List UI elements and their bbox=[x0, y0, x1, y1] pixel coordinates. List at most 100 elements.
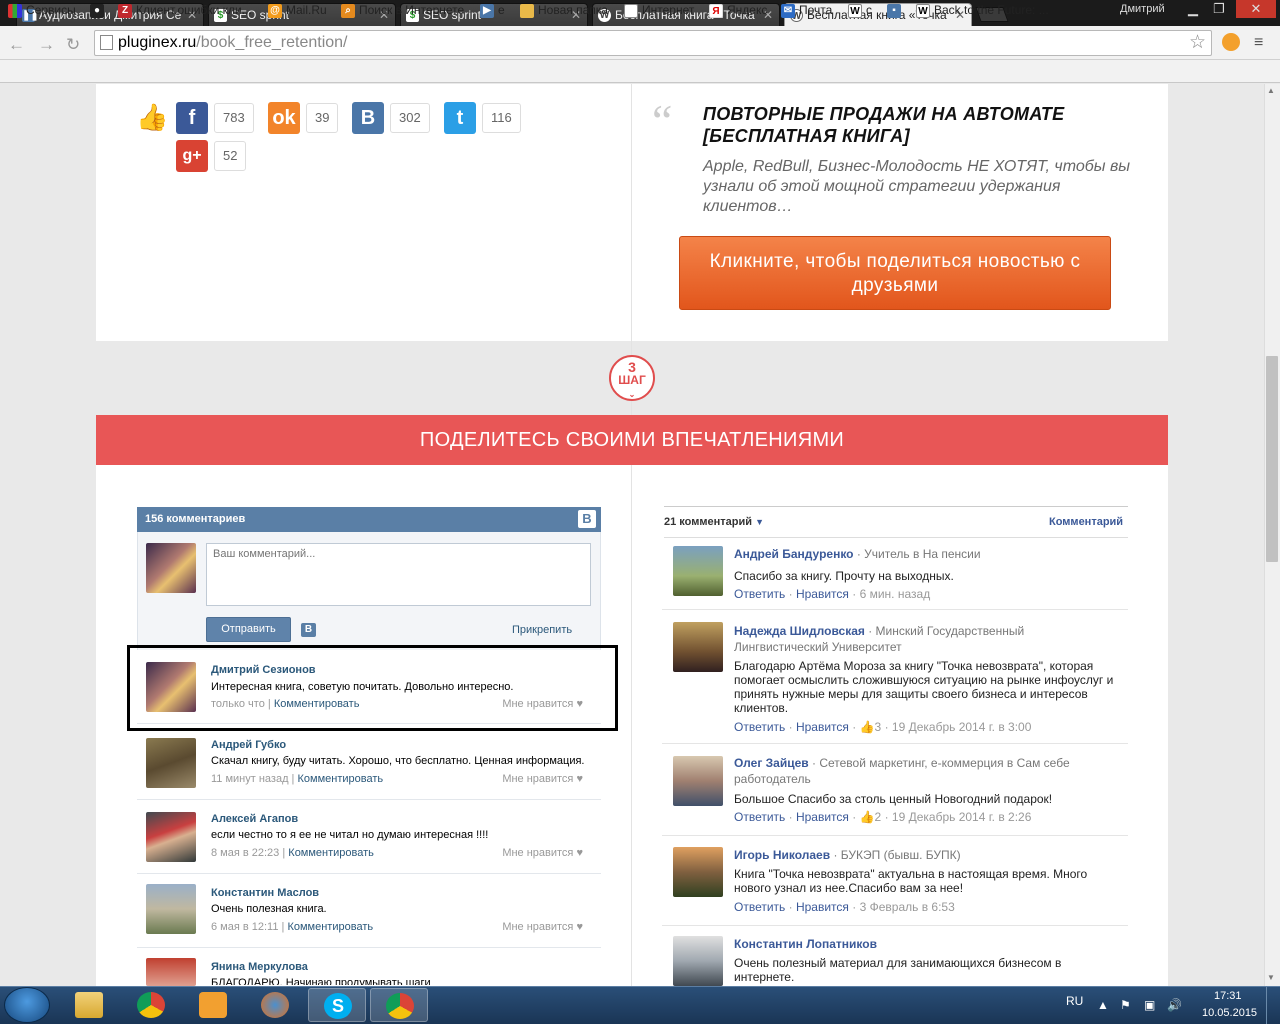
sort-link[interactable]: Комментарий bbox=[1049, 516, 1123, 528]
url-host: pluginex.ru bbox=[118, 34, 197, 51]
tray-expand-icon[interactable]: ▲ bbox=[1097, 998, 1109, 1012]
comment-text: если честно то я ее не читал но думаю ин… bbox=[211, 829, 489, 841]
firefox-taskbar-button[interactable] bbox=[246, 988, 304, 1022]
start-button[interactable] bbox=[4, 987, 50, 1023]
reply-link[interactable]: Комментировать bbox=[288, 847, 374, 859]
avatar[interactable] bbox=[146, 958, 196, 986]
minimize-button[interactable]: ▁ bbox=[1180, 0, 1206, 18]
thumbs-up-icon: 👍 bbox=[859, 810, 875, 824]
comment-author[interactable]: Константин Маслов bbox=[211, 887, 319, 899]
forward-icon[interactable]: → bbox=[38, 35, 55, 55]
promo-title: ПОВТОРНЫЕ ПРОДАЖИ НА АВТОМАТЕ [БЕСПЛАТНА… bbox=[703, 104, 1065, 146]
scroll-up-icon[interactable]: ▲ bbox=[1267, 86, 1275, 95]
reply-link[interactable]: Комментировать bbox=[287, 921, 373, 933]
comment-time: 11 минут назад bbox=[211, 773, 289, 785]
mail-icon: ✉ bbox=[781, 4, 795, 18]
menu-icon[interactable]: ≡ bbox=[1254, 34, 1263, 52]
bookmark-item[interactable]: W Back to the Future: ... bbox=[916, 3, 1049, 18]
avatar[interactable] bbox=[673, 622, 723, 672]
comment-author[interactable]: Андрей Бандуренко · Учитель в На пенсии bbox=[734, 546, 1114, 562]
skype-taskbar-button[interactable]: S bbox=[308, 988, 366, 1022]
clock-date[interactable]: 10.05.2015 bbox=[1202, 1007, 1257, 1019]
search-taskbar-button[interactable] bbox=[184, 988, 242, 1022]
like-link[interactable]: Нравится bbox=[796, 587, 849, 601]
fb-comment: Константин Лопатников Очень полезный мат… bbox=[662, 935, 1128, 986]
bookmark-item[interactable]: ✉ Почта bbox=[781, 3, 832, 18]
flag-icon[interactable]: ⚑ bbox=[1120, 998, 1131, 1012]
comment-author[interactable]: Надежда Шидловская · Минский Государстве… bbox=[734, 623, 1114, 655]
author-name: Олег Зайцев bbox=[734, 756, 809, 770]
vk-post-icon[interactable]: B bbox=[301, 623, 316, 637]
bookmark-item[interactable]: Wc bbox=[848, 3, 872, 18]
wikipedia-icon: W bbox=[916, 4, 930, 18]
comment-author[interactable]: Алексей Агапов bbox=[211, 813, 298, 825]
caret-down-icon: ▼ bbox=[755, 517, 764, 527]
profile-name[interactable]: Дмитрий bbox=[1120, 3, 1165, 15]
avatar[interactable] bbox=[673, 546, 723, 596]
bookmark-item[interactable]: ▶ e bbox=[480, 3, 505, 18]
scroll-down-icon[interactable]: ▼ bbox=[1267, 973, 1275, 982]
author-name: Надежда Шидловская bbox=[734, 624, 865, 638]
url-text[interactable]: pluginex.ru/book_free_retention/ bbox=[118, 34, 348, 52]
like-button[interactable]: Мне нравится ♥ bbox=[502, 773, 583, 785]
comment-count[interactable]: 21 комментарий ▼ bbox=[664, 516, 764, 528]
close-window-button[interactable]: ✕ bbox=[1236, 0, 1276, 18]
like-button[interactable]: Мне нравится ♥ bbox=[502, 847, 583, 859]
volume-icon[interactable]: 🔊 bbox=[1167, 998, 1182, 1012]
bookmark-item[interactable]: @ Mail.Ru bbox=[268, 3, 327, 18]
fb-comment: Олег Зайцев · Сетевой маркетинг, е-комме… bbox=[662, 754, 1128, 836]
fb-comment: Игорь Николаев · БУКЭП (бывш. БУПК) Книг… bbox=[662, 846, 1128, 926]
like-link[interactable]: Нравится bbox=[796, 810, 849, 824]
reply-link[interactable]: Ответить bbox=[734, 900, 785, 914]
chrome-taskbar-button-active[interactable] bbox=[370, 988, 428, 1022]
bookmark-item[interactable]: Z Клиент,ошибки кли... bbox=[118, 3, 252, 18]
share-count: 783 bbox=[214, 103, 254, 133]
reply-link[interactable]: Ответить bbox=[734, 810, 785, 824]
star-icon[interactable]: ☆ bbox=[1189, 31, 1206, 54]
quote-icon: “ bbox=[652, 95, 673, 146]
scrollbar-thumb[interactable] bbox=[1266, 356, 1278, 562]
language-indicator[interactable]: RU bbox=[1066, 994, 1083, 1008]
divider bbox=[664, 537, 1128, 538]
like-link[interactable]: Нравится bbox=[796, 720, 849, 734]
comment-author[interactable]: Янина Меркулова bbox=[211, 961, 308, 973]
bookmark-item[interactable]: Я Яндекс bbox=[709, 3, 767, 18]
share-cta-button[interactable]: Кликните, чтобы поделиться новостью с др… bbox=[679, 236, 1111, 310]
comment-author[interactable]: Олег Зайцев · Сетевой маркетинг, е-комме… bbox=[734, 755, 1114, 787]
comment-author[interactable]: Константин Лопатников bbox=[734, 936, 1114, 952]
bookmark-services[interactable]: Сервисы bbox=[8, 3, 76, 18]
bookmark-item[interactable]: ⌕ Поиск в Интернете bbox=[341, 3, 464, 18]
skype-icon: S bbox=[324, 993, 352, 1019]
bookmark-item[interactable]: Интернет bbox=[624, 3, 694, 18]
reload-icon[interactable]: ↻ bbox=[66, 35, 80, 55]
maximize-button[interactable]: ❐ bbox=[1206, 0, 1232, 18]
chrome-taskbar-button[interactable] bbox=[122, 988, 180, 1022]
promo-text: Apple, RedBull, Бизнес-Молодость НЕ ХОТЯ… bbox=[703, 158, 1131, 215]
comment-author[interactable]: Игорь Николаев · БУКЭП (бывш. БУПК) bbox=[734, 847, 1114, 863]
like-label: Мне нравится bbox=[502, 921, 574, 933]
comment-author[interactable]: Андрей Губко bbox=[211, 739, 286, 751]
comment-input[interactable] bbox=[206, 543, 591, 606]
show-desktop-button[interactable] bbox=[1266, 987, 1280, 1024]
comment-text: Очень полезная книга. bbox=[211, 903, 327, 915]
comment-text: Благодарю Артёма Мороза за книгу "Точка … bbox=[734, 659, 1114, 715]
bookmark-item[interactable]: Новая папка bbox=[520, 3, 608, 18]
avatar[interactable] bbox=[146, 738, 196, 788]
like-button[interactable]: Мне нравится ♥ bbox=[502, 921, 583, 933]
avatar[interactable] bbox=[673, 756, 723, 806]
reply-link[interactable]: Ответить bbox=[734, 587, 785, 601]
avatar[interactable] bbox=[673, 847, 723, 897]
avatar[interactable] bbox=[146, 812, 196, 862]
like-link[interactable]: Нравится bbox=[796, 900, 849, 914]
clock-time[interactable]: 17:31 bbox=[1214, 990, 1242, 1002]
attach-link[interactable]: Прикрепить bbox=[512, 624, 572, 636]
avatar[interactable] bbox=[673, 936, 723, 986]
avatar[interactable] bbox=[146, 884, 196, 934]
reply-link[interactable]: Комментировать bbox=[297, 773, 383, 785]
send-button[interactable]: Отправить bbox=[206, 617, 291, 642]
explorer-taskbar-button[interactable] bbox=[60, 988, 118, 1022]
network-icon[interactable]: ▣ bbox=[1144, 998, 1155, 1012]
amazon-extension-icon[interactable] bbox=[1222, 33, 1240, 51]
back-icon[interactable]: ← bbox=[8, 35, 25, 55]
reply-link[interactable]: Ответить bbox=[734, 720, 785, 734]
